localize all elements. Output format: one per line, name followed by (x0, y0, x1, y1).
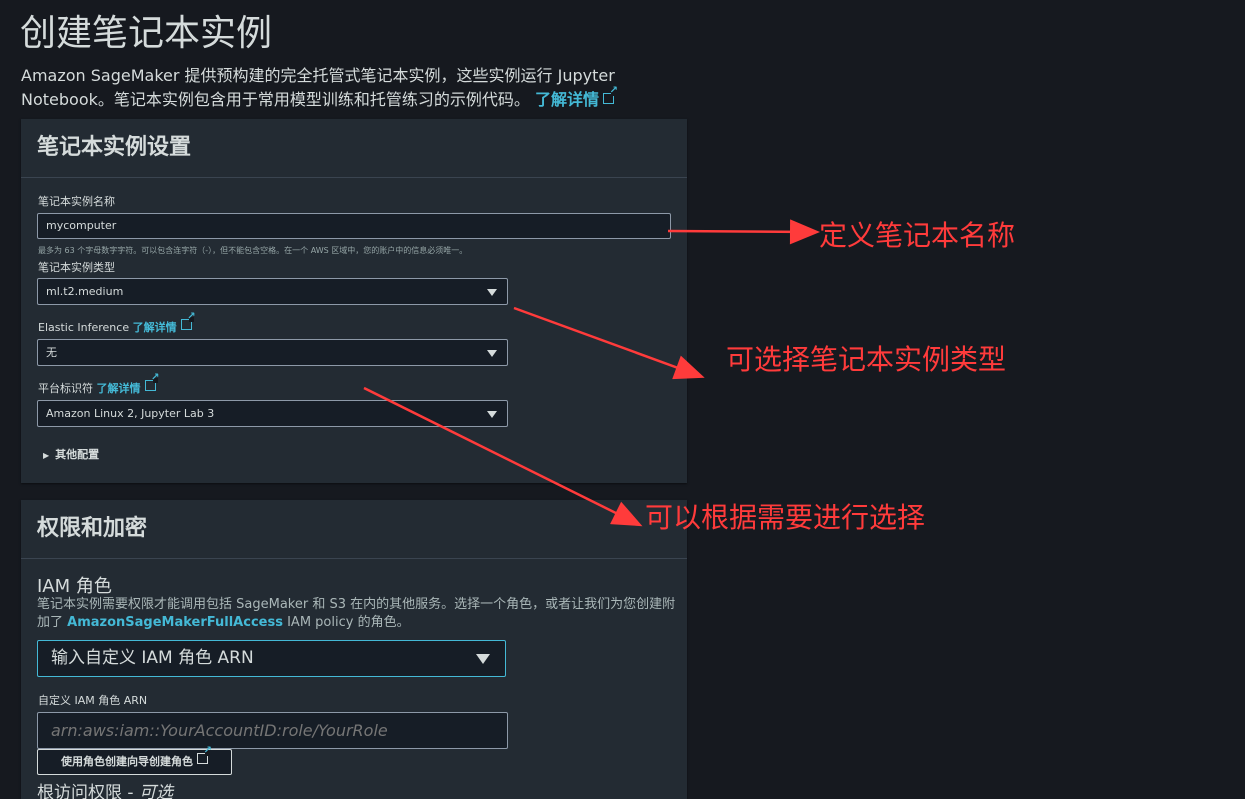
platform-label: 平台标识符 了解详情 (38, 373, 160, 396)
full-access-policy-link[interactable]: AmazonSageMakerFullAccess (67, 615, 283, 630)
annotation-name: 定义笔记本名称 (819, 219, 1016, 252)
ei-learn-more-label: 了解详情 (132, 321, 177, 334)
instance-type-label: 笔记本实例类型 (38, 261, 115, 274)
elastic-inference-value: 无 (46, 346, 57, 359)
optional-tag: 可选 (138, 783, 173, 799)
iam-role-description: 笔记本实例需要权限才能调用包括 SageMaker 和 S3 在内的其他服务。选… (37, 596, 677, 632)
external-link-icon (603, 86, 618, 104)
other-config-toggle[interactable]: ▶ 其他配置 (43, 446, 99, 462)
other-config-label: 其他配置 (55, 448, 100, 461)
caret-down-icon (476, 653, 490, 664)
elastic-inference-select[interactable]: 无 (37, 339, 508, 366)
panel-heading: 权限和加密 (21, 500, 687, 559)
platform-learn-more-link[interactable]: 了解详情 (96, 373, 160, 395)
iam-role-value: 输入自定义 IAM 角色 ARN (51, 648, 254, 668)
arrow-to-name-input (667, 219, 820, 245)
platform-select[interactable]: Amazon Linux 2, Jupyter Lab 3 (37, 400, 508, 427)
caret-right-icon: ▶ (43, 451, 50, 460)
platform-learn-more-label: 了解详情 (96, 382, 141, 395)
learn-more-link[interactable]: 了解详情 (534, 86, 618, 109)
iam-desc-text-2: IAM policy 的角色。 (287, 615, 410, 630)
iam-role-label: IAM 角色 (37, 576, 112, 597)
create-role-button[interactable]: 使用角色创建向导创建角色 (37, 746, 232, 775)
create-role-label: 使用角色创建向导创建角色 (61, 755, 193, 768)
custom-arn-input[interactable] (37, 712, 508, 749)
annotation-type: 可选择笔记本实例类型 (726, 343, 1007, 376)
custom-arn-label: 自定义 IAM 角色 ARN (38, 694, 148, 707)
root-access-label: 根访问权限 - 可选 (37, 778, 173, 799)
caret-down-icon (487, 410, 497, 418)
notebook-settings-panel: 笔记本实例设置 笔记本实例名称 mycomputer 最多为 63 个字母数字字… (21, 119, 687, 483)
intro-text: Amazon SageMaker 提供预构建的完全托管式笔记本实例，这些实例运行… (21, 66, 615, 109)
page-intro: Amazon SageMaker 提供预构建的完全托管式笔记本实例，这些实例运行… (21, 64, 681, 112)
platform-text: 平台标识符 (38, 382, 93, 395)
elastic-inference-text: Elastic Inference (38, 321, 130, 334)
instance-name-hint: 最多为 63 个字母数字字符。可以包含连字符（-），但不能包含空格。在一个 AW… (38, 246, 468, 255)
page-title: 创建笔记本实例 (20, 13, 273, 54)
elastic-inference-label: Elastic Inference 了解详情 (38, 312, 196, 335)
ei-learn-more-link[interactable]: 了解详情 (132, 312, 196, 334)
annotation-choose: 可以根据需要进行选择 (645, 501, 926, 534)
panel-heading: 笔记本实例设置 (21, 119, 687, 178)
instance-type-select[interactable]: ml.t2.medium (37, 278, 508, 305)
external-link-icon (180, 312, 196, 330)
platform-value: Amazon Linux 2, Jupyter Lab 3 (46, 407, 215, 420)
caret-down-icon (487, 288, 497, 296)
external-link-icon (197, 746, 212, 764)
instance-type-value: ml.t2.medium (46, 285, 124, 298)
iam-role-select[interactable]: 输入自定义 IAM 角色 ARN (37, 640, 506, 677)
root-access-text: 根访问权限 - (37, 783, 139, 799)
page: 创建笔记本实例 Amazon SageMaker 提供预构建的完全托管式笔记本实… (0, 0, 1245, 799)
instance-name-input[interactable]: mycomputer (37, 213, 671, 239)
caret-down-icon (487, 349, 497, 357)
external-link-icon (144, 373, 160, 391)
learn-more-label: 了解详情 (534, 90, 599, 109)
instance-name-label: 笔记本实例名称 (38, 195, 115, 208)
permissions-panel: 权限和加密 IAM 角色 笔记本实例需要权限才能调用包括 SageMaker 和… (21, 500, 687, 799)
